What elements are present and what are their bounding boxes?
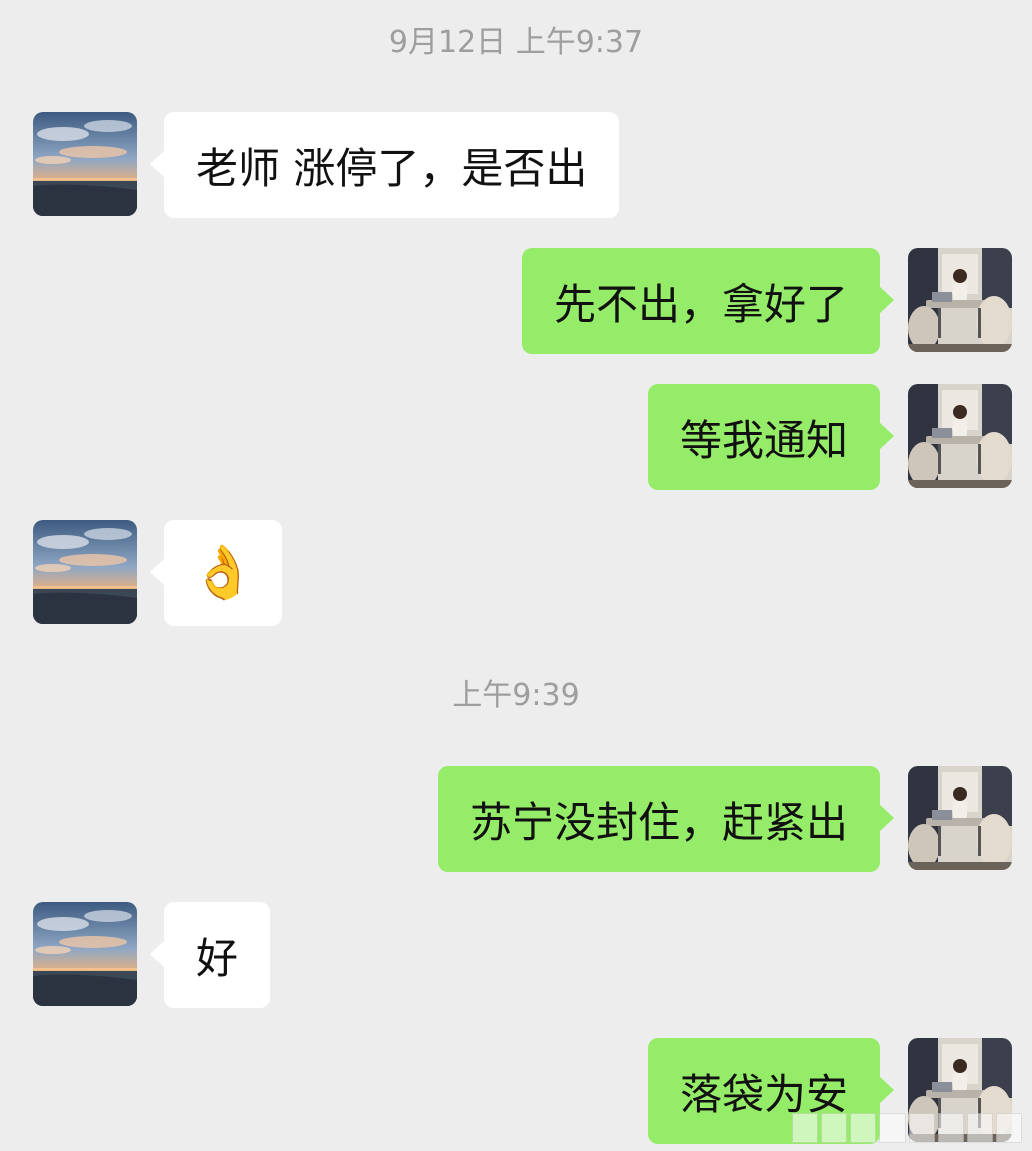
- sunset-beach-avatar-image: [33, 520, 137, 624]
- received-message-bubble[interactable]: 老师 涨停了，是否出: [149, 112, 620, 218]
- sent-message-bubble[interactable]: 等我通知: [647, 384, 895, 490]
- timestamp: 9月12日 上午9:37: [388, 25, 644, 60]
- timestamp: 上午9:39: [452, 678, 580, 713]
- office-woman-avatar-image: [908, 384, 1012, 488]
- sent-message-bubble[interactable]: 先不出，拿好了: [521, 248, 895, 354]
- self-avatar[interactable]: [908, 766, 1012, 870]
- message-text: 苏宁没封住，赶紧出: [469, 797, 848, 847]
- self-avatar[interactable]: [908, 248, 1012, 352]
- contact-avatar[interactable]: [33, 520, 137, 624]
- contact-avatar[interactable]: [33, 902, 137, 1006]
- ok-hand-emoji: 👌: [190, 543, 256, 603]
- sunset-beach-avatar-image: [33, 902, 137, 1006]
- self-avatar[interactable]: [908, 384, 1012, 488]
- sent-message-bubble[interactable]: 苏宁没封住，赶紧出: [437, 766, 895, 872]
- received-message-bubble[interactable]: 好: [149, 902, 271, 1008]
- message-text: 先不出，拿好了: [553, 279, 848, 329]
- message-text: 等我通知: [679, 415, 848, 465]
- received-message-bubble[interactable]: 👌: [150, 520, 282, 626]
- message-text: 老师 涨停了，是否出: [196, 143, 588, 193]
- office-woman-avatar-image: [908, 248, 1012, 352]
- office-woman-avatar-image: [908, 766, 1012, 870]
- message-text: 好: [196, 933, 239, 983]
- watermark: [792, 1113, 1022, 1143]
- sunset-beach-avatar-image: [33, 112, 137, 216]
- contact-avatar[interactable]: [33, 112, 137, 216]
